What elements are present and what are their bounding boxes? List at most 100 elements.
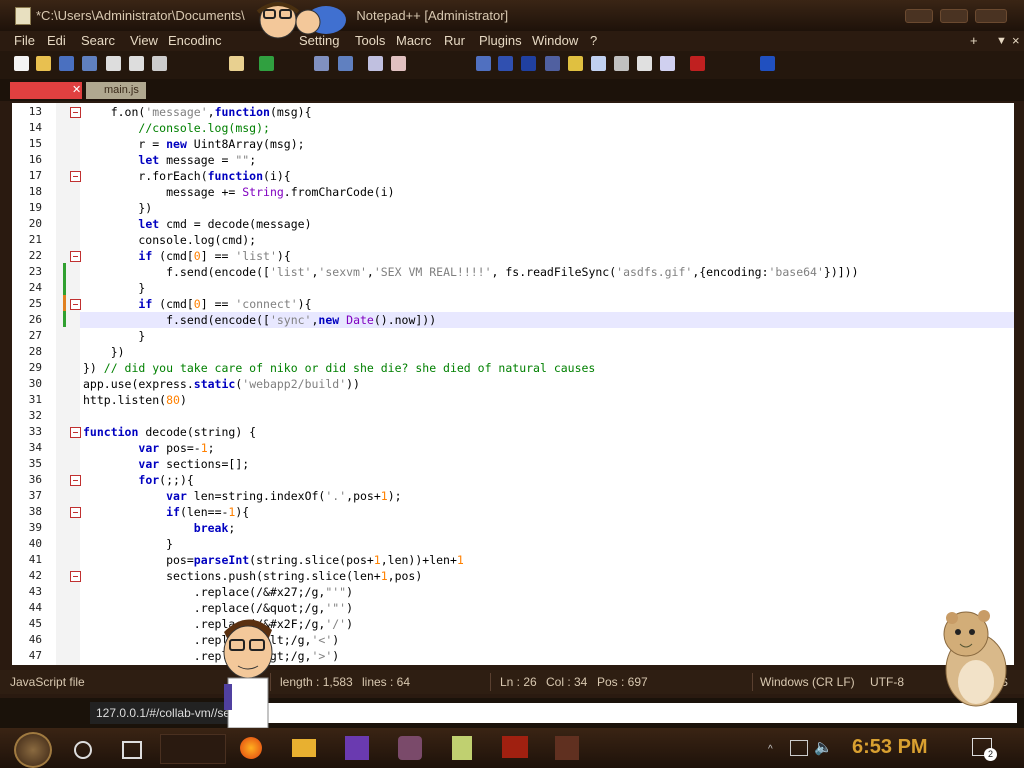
menu-file[interactable]: File — [14, 33, 35, 48]
code-line[interactable]: f.send(encode(['sync',new Date().now])) — [83, 313, 436, 327]
menu-plugins[interactable]: Plugins — [479, 33, 522, 48]
redo-icon[interactable] — [259, 56, 274, 71]
close-icon[interactable] — [106, 56, 121, 71]
start-button[interactable] — [14, 732, 52, 768]
task-view-icon[interactable] — [122, 741, 142, 759]
fold-toggle-icon[interactable] — [70, 299, 81, 310]
menu-run[interactable]: Rur — [444, 33, 465, 48]
app-character-icon[interactable] — [398, 736, 422, 760]
dropdown-icon[interactable]: ▼ — [996, 35, 1007, 47]
firefox-icon[interactable] — [240, 737, 262, 759]
code-line[interactable]: app.use(express.static('webapp2/build')) — [83, 377, 360, 391]
code-line[interactable]: .replace(/&gt;/g,'>') — [83, 649, 339, 663]
tab-active-file[interactable]: ✕ — [10, 82, 82, 99]
code-line[interactable]: break; — [83, 521, 236, 535]
menu-help[interactable]: ? — [590, 33, 597, 48]
tray-chevron-icon[interactable]: ^ — [768, 744, 773, 755]
new-file-icon[interactable] — [14, 56, 29, 71]
monitoring-icon[interactable] — [660, 56, 675, 71]
code-line[interactable]: sections.push(string.slice(len+1,pos) — [83, 569, 422, 583]
code-line[interactable]: var pos=-1; — [83, 441, 214, 455]
taskbar-clock[interactable]: 6:53 PM — [852, 736, 928, 759]
notepad-app-icon[interactable] — [15, 7, 31, 25]
save-all-icon[interactable] — [82, 56, 97, 71]
sync-scroll-icon[interactable] — [476, 56, 491, 71]
zoom-in-icon[interactable] — [368, 56, 383, 71]
volume-icon[interactable]: 🔈 — [814, 738, 833, 756]
fold-toggle-icon[interactable] — [70, 475, 81, 486]
menu-search[interactable]: Searc — [81, 33, 115, 48]
menu-macro[interactable]: Macrc — [396, 33, 431, 48]
address-bar[interactable] — [262, 703, 1017, 723]
code-line[interactable]: pos=parseInt(string.slice(pos+1,len))+le… — [83, 553, 464, 567]
network-icon[interactable] — [790, 740, 808, 756]
menu-edit[interactable]: Edi — [47, 33, 66, 48]
indent-guide-icon[interactable] — [545, 56, 560, 71]
tab-close-icon[interactable]: ✕ — [72, 83, 81, 96]
lang-icon[interactable] — [568, 56, 583, 71]
code-line[interactable]: .replace(/&lt;/g,'<') — [83, 633, 339, 647]
fold-toggle-icon[interactable] — [70, 507, 81, 518]
code-line[interactable]: } — [83, 537, 173, 551]
function-list-icon[interactable] — [614, 56, 629, 71]
paste-icon[interactable] — [229, 56, 244, 71]
code-line[interactable]: message += String.fromCharCode(i) — [83, 185, 395, 199]
minimize-button[interactable] — [905, 9, 933, 23]
save-icon[interactable] — [59, 56, 74, 71]
code-line[interactable]: f.send(encode(['list','sexvm','SEX VM RE… — [83, 265, 858, 279]
fold-toggle-icon[interactable] — [70, 571, 81, 582]
maximize-button[interactable] — [940, 9, 968, 23]
code-line[interactable]: let cmd = decode(message) — [83, 217, 311, 231]
replace-icon[interactable] — [338, 56, 353, 71]
code-line[interactable]: if (cmd[0] == 'connect'){ — [83, 297, 311, 311]
menu-encoding[interactable]: Encodinc — [168, 33, 221, 48]
code-line[interactable]: if (cmd[0] == 'list'){ — [83, 249, 290, 263]
fold-toggle-icon[interactable] — [70, 171, 81, 182]
menu-window[interactable]: Window — [532, 33, 578, 48]
code-line[interactable]: } — [83, 329, 145, 343]
close-doc-icon[interactable]: × — [1012, 33, 1020, 48]
find-icon[interactable] — [314, 56, 329, 71]
notepadpp-icon[interactable] — [452, 736, 472, 760]
code-line[interactable]: for(;;){ — [83, 473, 193, 487]
close-button[interactable] — [975, 9, 1007, 23]
code-line[interactable]: if(len==-1){ — [83, 505, 249, 519]
code-line[interactable]: var sections=[]; — [83, 457, 249, 471]
code-line[interactable]: http.listen(80) — [83, 393, 187, 407]
search-icon[interactable] — [74, 741, 92, 759]
record-macro-icon[interactable] — [690, 56, 705, 71]
menu-view[interactable]: View — [130, 33, 158, 48]
code-line[interactable]: f.on('message',function(msg){ — [83, 105, 312, 119]
code-line[interactable]: r.forEach(function(i){ — [83, 169, 290, 183]
code-line[interactable]: let message = ""; — [83, 153, 256, 167]
new-tab-icon[interactable]: + — [970, 33, 978, 48]
app-brown-icon[interactable] — [555, 736, 579, 760]
code-line[interactable]: }) // did you take care of niko or did s… — [83, 361, 595, 375]
code-line[interactable]: console.log(cmd); — [83, 233, 256, 247]
fold-toggle-icon[interactable] — [70, 427, 81, 438]
close-all-icon[interactable] — [129, 56, 144, 71]
zoom-out-icon[interactable] — [391, 56, 406, 71]
visual-studio-icon[interactable] — [345, 736, 369, 760]
word-wrap-icon[interactable] — [498, 56, 513, 71]
print-icon[interactable] — [152, 56, 167, 71]
code-line[interactable]: var len=string.indexOf('.',pos+1); — [83, 489, 401, 503]
code-line[interactable]: }) — [83, 201, 152, 215]
doc-map-icon[interactable] — [591, 56, 606, 71]
code-line[interactable]: r = new Uint8Array(msg); — [83, 137, 304, 151]
code-line[interactable]: function decode(string) { — [83, 425, 256, 439]
code-line[interactable]: //console.log(msg); — [83, 121, 270, 135]
code-line[interactable]: } — [83, 281, 145, 295]
fold-toggle-icon[interactable] — [70, 251, 81, 262]
code-line[interactable]: .replace(/&#x27;/g,"'") — [83, 585, 353, 599]
code-line[interactable]: }) — [83, 345, 125, 359]
folder-workspace-icon[interactable] — [637, 56, 652, 71]
open-file-icon[interactable] — [36, 56, 51, 71]
code-editor[interactable]: 13 f.on('message',function(msg){14 //con… — [12, 103, 1014, 665]
tab-main-js[interactable]: main.js — [86, 82, 146, 99]
run-macro-icon[interactable] — [760, 56, 775, 71]
menu-tools[interactable]: Tools — [355, 33, 385, 48]
file-explorer-icon[interactable] — [292, 739, 316, 757]
show-all-chars-icon[interactable] — [521, 56, 536, 71]
app-red-icon[interactable] — [502, 736, 528, 758]
